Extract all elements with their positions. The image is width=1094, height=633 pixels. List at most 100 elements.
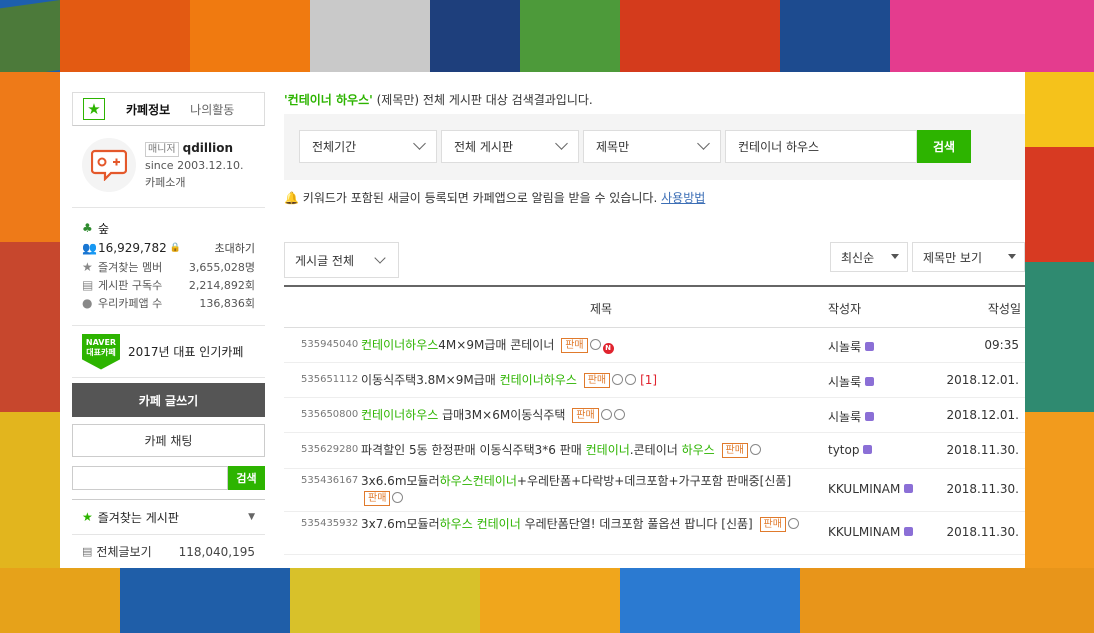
member-count-row: 👥 16,929,782 🔒 초대하기 xyxy=(82,238,255,258)
title-text: +우레탄폼+다락방+데크포함+가구포함 판매중[신품] xyxy=(516,474,792,488)
table-row[interactable]: 535435932 3x7.6m모듈러하우스 컨테이너 우레탄폼단열! 데크포함… xyxy=(284,512,1025,555)
sale-tag: 판매 xyxy=(721,443,748,458)
post-date: 09:35 xyxy=(984,338,1019,352)
author-name: 시놀룩 xyxy=(828,410,862,424)
post-title[interactable]: 이동식주택3.8M×9M급매 컨테이너하우스 판매 [1] xyxy=(361,372,799,389)
col-date: 작성일 xyxy=(987,302,1021,316)
table-row[interactable]: 535650800 컨테이너하우스 급매3M×6M이동식주택 판매 시놀룩 20… xyxy=(284,398,1025,433)
sale-tag: 판매 xyxy=(364,491,391,506)
chevron-down-icon xyxy=(555,137,568,150)
cafe-level: ♣ 숲 xyxy=(82,218,255,238)
usage-link[interactable]: 사용방법 xyxy=(661,191,705,205)
post-number: 535435932 xyxy=(301,518,359,529)
period-select[interactable]: 전체기간 xyxy=(299,130,437,163)
title-keyword: 컨테이너하우스 xyxy=(361,338,439,352)
scope-value: 제목만 xyxy=(596,140,630,154)
period-value: 전체기간 xyxy=(312,140,357,154)
post-author[interactable]: 시놀룩 xyxy=(828,408,875,425)
manager-name[interactable]: qdillion xyxy=(183,141,233,155)
post-author[interactable]: KKULMINAM xyxy=(828,482,914,496)
results-table: 제목 작성자 작성일 535945040 컨테이너하우스4M×9M급매 콘테이너… xyxy=(284,285,1025,555)
board-icon: ▤ xyxy=(82,278,94,292)
author-name: KKULMINAM xyxy=(828,525,901,539)
search-input[interactable] xyxy=(725,130,917,163)
stat-favorite-members: ★ 즐겨찾는 멤버 3,655,028명 xyxy=(82,258,255,276)
post-date: 2018.11.30. xyxy=(946,525,1019,539)
title-keyword: 컨테이너하우스 xyxy=(361,408,439,422)
comment-count[interactable]: [1] xyxy=(640,373,657,387)
post-filter-select[interactable]: 게시글 전체 xyxy=(284,242,399,278)
post-number: 535650800 xyxy=(301,409,359,420)
title-text: 4M×9M급매 콘테이너 xyxy=(438,338,555,352)
title-keyword: 컨테이너 xyxy=(585,443,630,457)
cafe-chat-button[interactable]: 카페 채팅 xyxy=(72,424,265,457)
table-row[interactable]: 535651112 이동식주택3.8M×9M급매 컨테이너하우스 판매 [1] 시… xyxy=(284,363,1025,398)
post-title[interactable]: 3x7.6m모듈러하우스 컨테이너 우레탄폼단열! 데크포함 풀옵션 팝니다 [… xyxy=(361,516,799,533)
post-author[interactable]: tytop xyxy=(828,443,873,457)
camera-icon xyxy=(612,374,624,385)
caret-down-icon xyxy=(891,254,899,259)
post-title[interactable]: 컨테이너하우스4M×9M급매 콘테이너 판매 N xyxy=(361,337,799,354)
bell-icon: 🔔 xyxy=(284,191,299,205)
board-select[interactable]: 전체 게시판 xyxy=(441,130,579,163)
post-title[interactable]: 컨테이너하우스 급매3M×6M이동식주택 판매 xyxy=(361,407,799,424)
member-level-icon xyxy=(904,484,914,493)
post-author[interactable]: KKULMINAM xyxy=(828,525,914,539)
caret-down-icon xyxy=(1008,254,1016,259)
all-posts-label[interactable]: 전체글보기 xyxy=(96,543,151,560)
author-name: KKULMINAM xyxy=(828,482,901,496)
post-author[interactable]: 시놀룩 xyxy=(828,373,875,390)
post-title[interactable]: 파격할인 5동 한정판매 이동식주택3*6 판매 컨테이너.콘테이너 하우스 판… xyxy=(361,442,799,459)
cafe-stats: ♣ 숲 👥 16,929,782 🔒 초대하기 ★ 즐겨찾는 멤버 3,655,… xyxy=(72,208,265,326)
sidebar-search-button[interactable]: 검색 xyxy=(228,466,265,490)
cafe-intro-link[interactable]: 카페소개 xyxy=(145,174,244,191)
caret-down-icon[interactable]: ▼ xyxy=(248,512,255,522)
play-icon xyxy=(613,409,625,420)
title-text: 3x7.6m모듈러 xyxy=(361,517,440,531)
sidebar-search-input[interactable] xyxy=(72,466,228,490)
sort-select[interactable]: 최신순 xyxy=(830,242,908,272)
tree-icon: ♣ xyxy=(82,221,93,235)
sidebar-search: 검색 xyxy=(72,466,265,490)
search-button[interactable]: 검색 xyxy=(917,130,971,163)
naver-badge: NAVER 대표카페 xyxy=(82,333,120,370)
level-label: 숲 xyxy=(98,221,110,236)
new-icon: N xyxy=(602,343,614,354)
chevron-down-icon xyxy=(413,137,426,150)
all-posts-row[interactable]: ▤ 전체글보기 118,040,195 xyxy=(72,535,265,560)
stat-label: 우리카페앱 수 xyxy=(98,297,163,310)
sort-value: 최신순 xyxy=(841,250,875,265)
author-name: tytop xyxy=(828,443,860,457)
scope-select[interactable]: 제목만 xyxy=(583,130,721,163)
view-mode-select[interactable]: 제목만 보기 xyxy=(912,242,1025,272)
tab-cafe-info[interactable]: 카페정보 xyxy=(126,101,170,118)
member-level-icon xyxy=(904,527,914,536)
write-post-button[interactable]: 카페 글쓰기 xyxy=(72,383,265,417)
camera-icon xyxy=(787,518,799,529)
invite-link[interactable]: 초대하기 xyxy=(215,240,255,256)
post-title[interactable]: 3x6.6m모듈러하우스컨테이너+우레탄폼+다락방+데크포함+가구포함 판매중[… xyxy=(361,473,799,507)
board-value: 전체 게시판 xyxy=(454,140,514,154)
naver-badge-top: NAVER xyxy=(85,337,117,347)
cafe-logo xyxy=(82,138,136,192)
table-row[interactable]: 535629280 파격할인 5동 한정판매 이동식주택3*6 판매 컨테이너.… xyxy=(284,433,1025,469)
post-date: 2018.11.30. xyxy=(946,443,1019,457)
sale-tag: 판매 xyxy=(583,373,611,388)
post-number: 535651112 xyxy=(301,374,359,385)
table-row[interactable]: 535436167 3x6.6m모듈러하우스컨테이너+우레탄폼+다락방+데크포함… xyxy=(284,469,1025,512)
profile-text: 매니저 qdillion since 2003.12.10. 카페소개 xyxy=(145,140,244,191)
tab-my-activity[interactable]: 나의활동 xyxy=(190,101,234,118)
post-author[interactable]: 시놀룩 xyxy=(828,338,875,355)
naver-featured: NAVER 대표카페 2017년 대표 인기카페 xyxy=(72,326,265,378)
star-icon[interactable]: ★ xyxy=(83,98,105,120)
table-header: 제목 작성자 작성일 xyxy=(284,285,1025,328)
member-level-icon xyxy=(863,445,873,454)
favorite-boards-header[interactable]: ★ 즐겨찾는 게시판 ▼ xyxy=(72,499,265,535)
member-level-icon xyxy=(865,412,875,421)
post-number: 535436167 xyxy=(301,475,359,486)
table-row[interactable]: 535945040 컨테이너하우스4M×9M급매 콘테이너 판매 N 시놀룩 09… xyxy=(284,328,1025,363)
sale-tag: 판매 xyxy=(759,517,786,532)
title-text: 급매3M×6M이동식주택 xyxy=(438,408,566,422)
search-bar: 전체기간 전체 게시판 제목만 검색 xyxy=(284,114,1025,180)
since-date: since 2003.12.10. xyxy=(145,159,244,172)
